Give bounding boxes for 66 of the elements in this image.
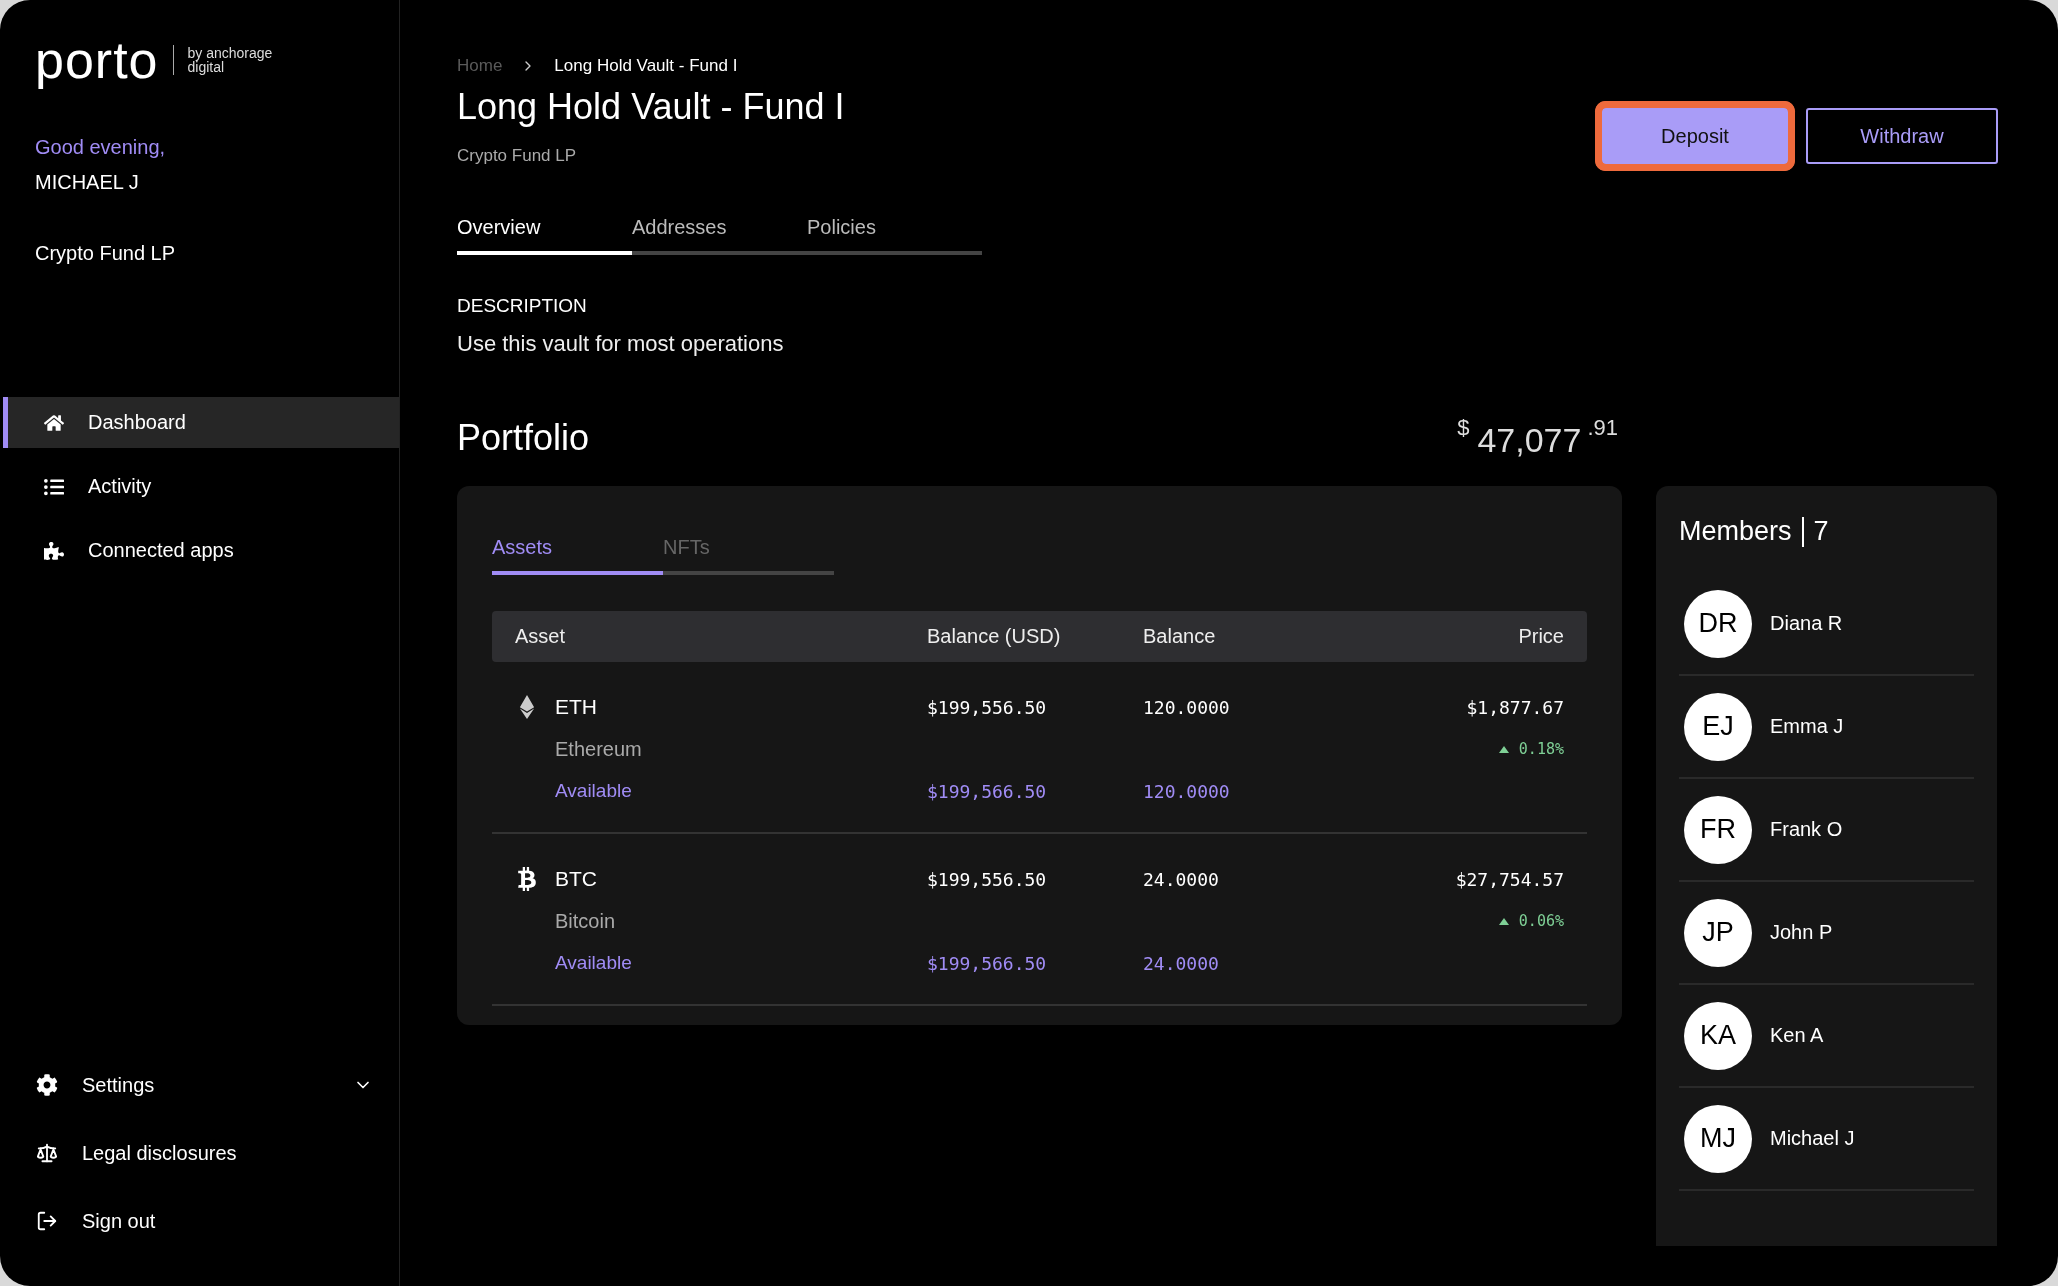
column-header: Price — [1517, 625, 1564, 648]
sidebar-item[interactable]: Legal disclosures — [0, 1128, 399, 1178]
description-label: DESCRIPTION — [457, 295, 588, 317]
sidebar-item[interactable]: Sign out — [0, 1196, 399, 1246]
description-text: Use this vault for most operations — [457, 331, 785, 357]
available-label: Available — [554, 952, 633, 974]
table-cell-text: $199,556.50 — [927, 696, 1048, 718]
page-subtitle: Crypto Fund LP — [457, 146, 578, 166]
tab[interactable]: Overview — [457, 216, 632, 255]
portfolio-title: Portfolio — [457, 416, 590, 459]
table-cell-text: $199,566.50 — [927, 780, 1048, 802]
sidebar-item[interactable]: Settings — [0, 1060, 399, 1110]
price-change: 0.18% — [1518, 740, 1564, 758]
sidebar-item[interactable]: Dashboard — [3, 397, 399, 448]
puzzle-icon — [44, 540, 64, 561]
tab[interactable]: Assets — [492, 536, 663, 575]
sidebar-item[interactable]: Connected apps — [3, 525, 399, 576]
page-title: Long Hold Vault - Fund I — [457, 86, 845, 128]
user-name: MICHAEL J — [35, 171, 140, 194]
triangle-up-icon — [1498, 917, 1509, 925]
breadcrumb-link[interactable]: Long Hold Vault - Fund I — [554, 56, 738, 76]
members-count: 7 — [1813, 516, 1829, 547]
home-icon — [44, 412, 64, 433]
member-name: Ken A — [1770, 1024, 1824, 1047]
avatar: DR — [1684, 589, 1752, 658]
member-name: Diana R — [1770, 612, 1843, 635]
tab[interactable]: Policies — [807, 216, 982, 255]
member-name: Frank O — [1770, 818, 1843, 841]
asset-name: Ethereum — [554, 737, 643, 761]
table-cell-text: $1,877.67 — [1465, 696, 1564, 718]
asset-symbol: BTC — [555, 867, 597, 891]
member-name: John P — [1770, 921, 1833, 944]
table-cell-text: 120.0000 — [1143, 696, 1231, 718]
table-cell-text: 24.0000 — [1143, 868, 1220, 890]
avatar: EJ — [1684, 692, 1752, 761]
member-name: Michael J — [1770, 1127, 1855, 1150]
sign-out-icon — [36, 1210, 58, 1232]
table-cell-text: $199,566.50 — [927, 952, 1048, 974]
available-label: Available — [554, 780, 633, 802]
logo-tagline: by anchorage digital — [187, 46, 274, 74]
column-header: Balance — [1143, 625, 1217, 648]
avatar: KA — [1684, 1001, 1752, 1070]
table-cell-text: $27,754.57 — [1454, 868, 1564, 890]
withdraw-button[interactable]: Withdraw — [1806, 108, 1998, 164]
avatar: FR — [1684, 795, 1752, 864]
bitcoin-icon — [515, 867, 539, 891]
table-cell-text: 24.0000 — [1143, 952, 1220, 974]
table-cell-text: 120.0000 — [1143, 780, 1231, 802]
avatar: MJ — [1684, 1104, 1752, 1173]
asset-symbol: ETH — [555, 695, 597, 719]
member-name: Emma J — [1770, 715, 1844, 738]
asset-name: Bitcoin — [554, 909, 617, 933]
sidebar-item[interactable]: Activity — [3, 461, 399, 512]
tab[interactable]: Addresses — [632, 216, 807, 255]
greeting: Good evening, — [35, 136, 167, 159]
price-change: 0.06% — [1518, 912, 1564, 930]
avatar: JP — [1684, 898, 1752, 967]
list-icon — [44, 476, 64, 497]
column-header: Asset — [515, 625, 567, 648]
organization-name: Crypto Fund LP — [35, 242, 177, 265]
column-header: Balance (USD) — [927, 625, 1062, 648]
settings-icon — [36, 1074, 58, 1096]
members-title: Members — [1679, 516, 1792, 547]
table-cell-text: $199,556.50 — [927, 868, 1048, 890]
triangle-up-icon — [1498, 745, 1509, 753]
scale-icon — [36, 1142, 58, 1164]
